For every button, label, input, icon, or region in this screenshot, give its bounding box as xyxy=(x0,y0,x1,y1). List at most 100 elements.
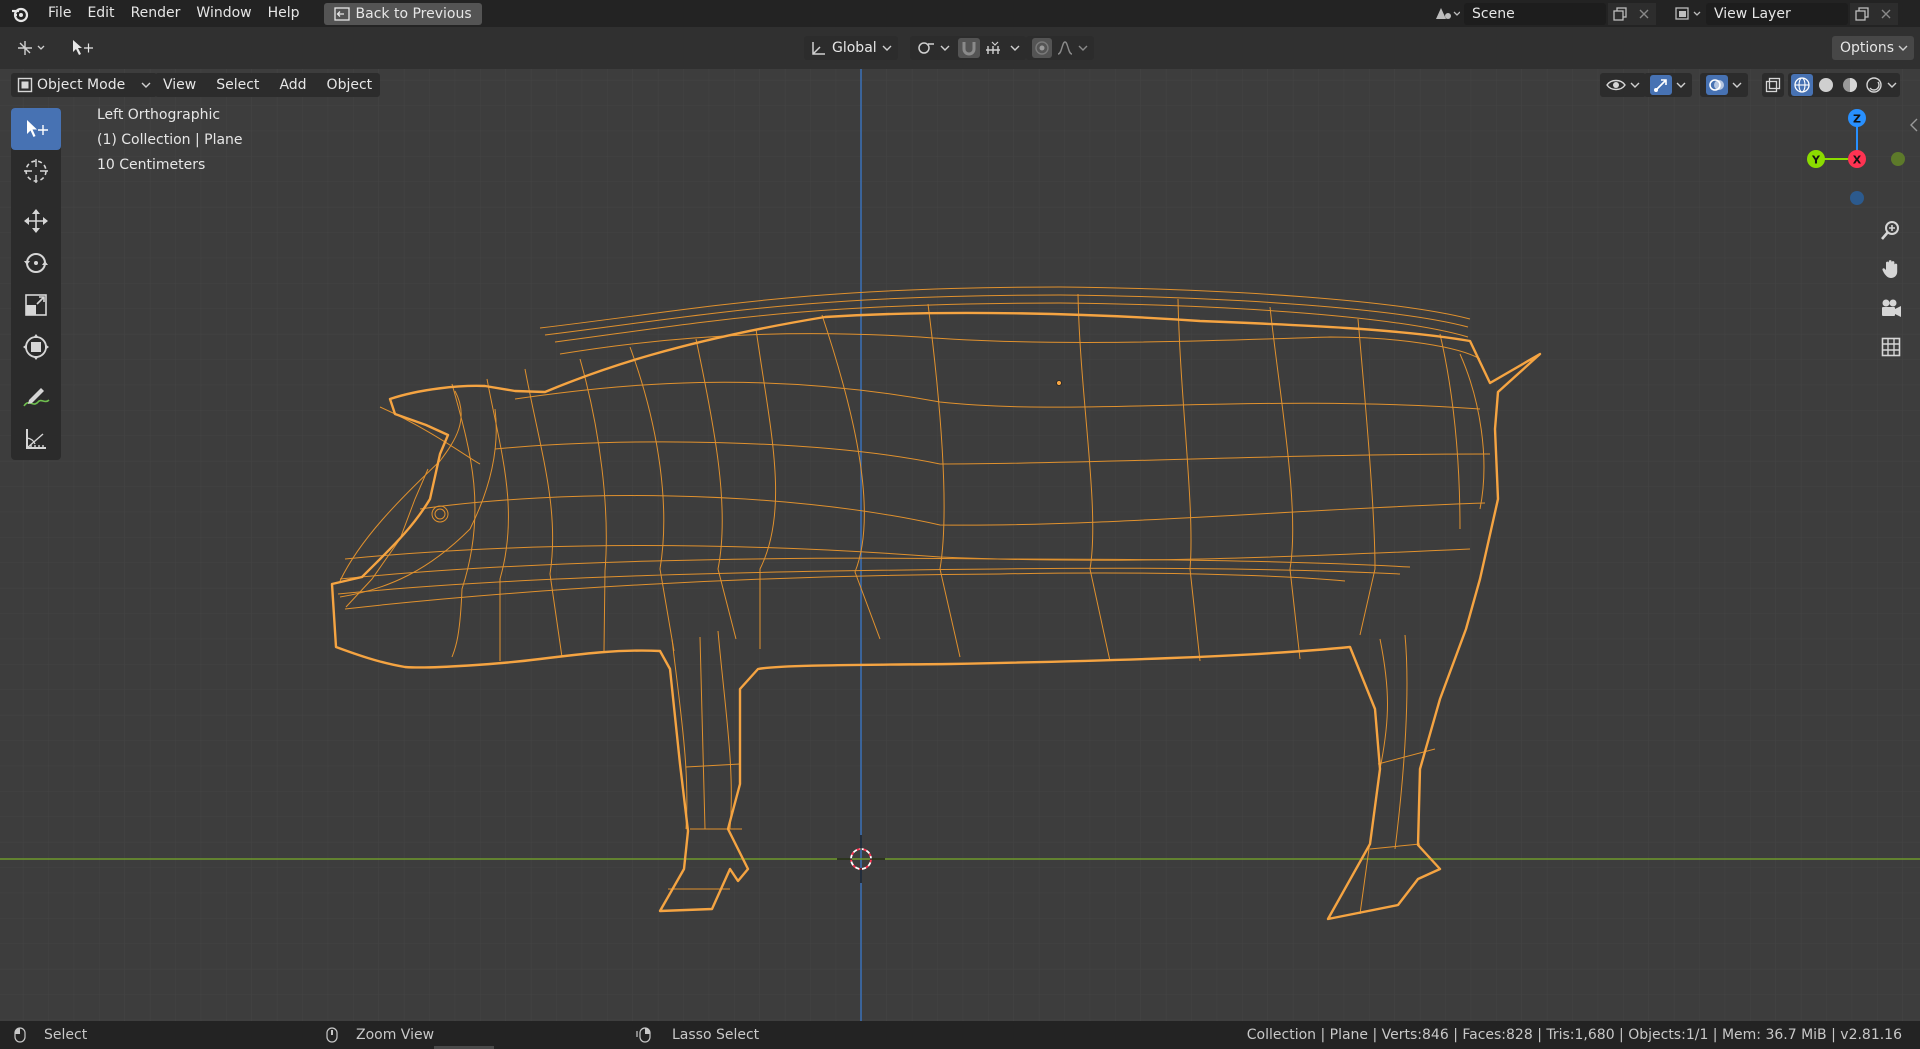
toggle-perspective-button[interactable] xyxy=(1874,330,1908,364)
viewport-canvas[interactable]: Z Y X xyxy=(0,69,1920,1021)
add-menu[interactable]: Add xyxy=(271,73,314,97)
new-scene-icon[interactable] xyxy=(1608,2,1632,25)
status-lasso-label: Lasso Select xyxy=(672,1027,760,1043)
view-layer-browse-icon[interactable] xyxy=(1670,3,1706,25)
status-bar: Select Zoom View Lasso Select Collection… xyxy=(0,1021,1920,1049)
transform-orientation-dropdown[interactable]: Global xyxy=(804,36,898,60)
camera-icon xyxy=(1882,299,1901,317)
select-menu[interactable]: Select xyxy=(208,73,267,97)
view-layer-name-field[interactable]: View Layer xyxy=(1706,2,1848,25)
pan-view-button[interactable] xyxy=(1874,252,1908,286)
menu-help[interactable]: Help xyxy=(260,0,308,27)
snap-toggle-icon[interactable] xyxy=(958,38,980,58)
orientation-icon xyxy=(812,42,825,55)
3d-viewport[interactable]: Z Y X Left Orthographic (1) Collection |… xyxy=(0,69,1920,1021)
transform-icon xyxy=(23,334,49,360)
right-mouse-icon xyxy=(636,1027,651,1043)
object-menu[interactable]: Object xyxy=(319,73,381,97)
proportional-editing-group xyxy=(1026,36,1094,60)
menu-edit[interactable]: Edit xyxy=(79,0,122,27)
hand-icon xyxy=(1882,260,1898,278)
material-preview-shading-icon[interactable] xyxy=(1839,74,1861,96)
select-box-tool[interactable] xyxy=(11,108,61,150)
measure-tool[interactable] xyxy=(11,418,61,460)
zoom-magnifier-icon xyxy=(1881,221,1899,240)
overlays-toggle-group xyxy=(1700,73,1748,97)
move-arrows-icon xyxy=(24,209,48,233)
wireframe-shading-icon[interactable] xyxy=(1791,74,1813,96)
new-view-layer-icon[interactable] xyxy=(1850,2,1874,25)
xray-toggle[interactable] xyxy=(1762,73,1784,97)
chevron-down-icon xyxy=(940,45,950,51)
editor-type-selector[interactable] xyxy=(10,36,56,60)
transform-tool[interactable] xyxy=(11,326,61,368)
sidebar-toggle-arrow-icon[interactable] xyxy=(1908,117,1920,133)
zoom-view-button[interactable] xyxy=(1874,213,1908,247)
gizmo-y-label: Y xyxy=(1811,154,1821,167)
back-to-previous-button[interactable]: Back to Previous xyxy=(323,2,482,25)
back-icon xyxy=(333,6,350,21)
chevron-down-icon[interactable] xyxy=(1887,81,1897,89)
chevron-down-icon xyxy=(1630,82,1640,88)
gizmo-toggle-group xyxy=(1644,73,1692,97)
cursor-tool[interactable] xyxy=(11,150,61,192)
status-lasso-hint: Lasso Select xyxy=(636,1021,759,1049)
3d-viewport-editor-icon xyxy=(18,41,45,55)
view-menu[interactable]: View xyxy=(155,73,204,97)
overlays-toggle-icon[interactable] xyxy=(1706,75,1728,95)
chevron-down-icon xyxy=(1078,45,1088,51)
options-dropdown[interactable]: Options xyxy=(1832,36,1915,60)
camera-view-button[interactable] xyxy=(1874,291,1908,325)
gizmo-neg-z-axis[interactable] xyxy=(1850,191,1864,205)
menu-file[interactable]: File xyxy=(40,0,79,27)
gizmo-x-label: X xyxy=(1853,154,1862,167)
status-select-label: Select xyxy=(44,1027,88,1043)
pivot-point-dropdown[interactable] xyxy=(910,36,956,60)
solid-shading-icon[interactable] xyxy=(1815,74,1837,96)
scale-icon xyxy=(25,294,47,316)
scene-statistics: Collection | Plane | Verts:846 | Faces:8… xyxy=(1246,1027,1902,1043)
middle-mouse-icon xyxy=(326,1027,338,1043)
proportional-editing-toggle-icon[interactable] xyxy=(1032,38,1052,58)
back-to-previous-label: Back to Previous xyxy=(355,5,472,22)
chevron-down-icon[interactable] xyxy=(1676,81,1686,89)
viewport-menus: View Select Add Object xyxy=(155,73,381,97)
grid-scale-label: 10 Centimeters xyxy=(97,157,206,173)
scale-tool[interactable] xyxy=(11,284,61,326)
object-origin-point[interactable] xyxy=(1056,380,1062,386)
mode-dropdown[interactable]: Object Mode xyxy=(11,73,157,97)
chevron-down-icon xyxy=(141,82,151,88)
gizmo-z-label: Z xyxy=(1853,113,1861,126)
collection-info-label: (1) Collection | Plane xyxy=(97,132,243,148)
move-tool[interactable] xyxy=(11,200,61,242)
rotate-icon xyxy=(24,253,48,273)
delete-view-layer-icon[interactable] xyxy=(1874,2,1898,25)
rendered-shading-icon[interactable] xyxy=(1863,74,1885,96)
snap-element-icon[interactable] xyxy=(984,40,1006,56)
mode-label: Object Mode xyxy=(37,77,126,93)
scene-name-field[interactable]: Scene xyxy=(1464,2,1606,25)
viewport-header: Object Mode View Select Add Object xyxy=(0,69,1920,101)
select-box-tool-settings[interactable] xyxy=(64,36,100,60)
xray-icon xyxy=(1765,77,1781,93)
select-cursor-icon xyxy=(73,40,93,55)
chevron-down-icon[interactable] xyxy=(1732,81,1742,89)
snapping-group xyxy=(952,36,1026,60)
gizmo-neg-y-axis[interactable] xyxy=(1891,152,1905,166)
gizmo-toggle-icon[interactable] xyxy=(1650,75,1672,95)
rotate-tool[interactable] xyxy=(11,242,61,284)
chevron-down-icon xyxy=(1898,45,1908,51)
left-mouse-icon xyxy=(14,1027,26,1043)
visibility-dropdown[interactable] xyxy=(1600,73,1646,97)
delete-scene-icon[interactable] xyxy=(1632,2,1656,25)
tool-shelf xyxy=(11,108,61,460)
shading-mode-group xyxy=(1788,73,1900,97)
grid-icon xyxy=(1881,337,1901,357)
menu-render[interactable]: Render xyxy=(123,0,189,27)
blender-logo-icon[interactable] xyxy=(0,0,40,27)
annotate-tool[interactable] xyxy=(11,376,61,418)
menu-window[interactable]: Window xyxy=(188,0,259,27)
proportional-falloff-icon[interactable] xyxy=(1056,40,1074,56)
status-zoom-hint: Zoom View xyxy=(326,1021,434,1049)
scene-browse-icon[interactable] xyxy=(1428,3,1464,25)
